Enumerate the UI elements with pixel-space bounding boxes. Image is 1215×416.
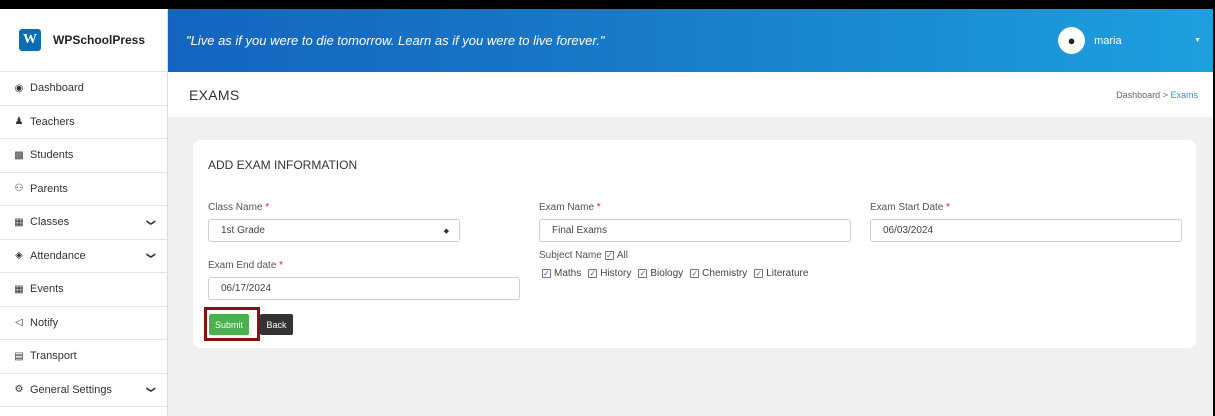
exam-name-input[interactable]: Final Exams xyxy=(539,219,851,242)
attendance-icon: ◈ xyxy=(15,250,23,262)
required-mark: * xyxy=(596,202,601,213)
subject-biology[interactable]: ✓ Biology xyxy=(635,268,683,279)
brand[interactable]: W WPSchoolPress xyxy=(0,9,167,72)
dashboard-icon: ◉ xyxy=(14,82,24,94)
required-mark: * xyxy=(265,202,270,213)
user-avatar-icon: ● xyxy=(1058,27,1086,54)
subject-biology-checkbox[interactable]: ✓ xyxy=(638,269,648,278)
submit-button[interactable]: Submit xyxy=(209,314,249,335)
exam-start-date-value: 06/03/2024 xyxy=(883,225,934,236)
exam-end-date-label: Exam End date * xyxy=(208,260,283,271)
exam-name-label: Exam Name * xyxy=(539,202,601,213)
subject-history-checkbox[interactable]: ✓ xyxy=(588,269,598,278)
sidebar-item-parents[interactable]: ⚇ Parents xyxy=(0,173,167,206)
sidebar: W WPSchoolPress ◉ Dashboard ♟ Teachers ▩… xyxy=(0,9,168,416)
class-name-select[interactable]: 1st Grade ◆ xyxy=(208,219,460,242)
sidebar-item-label: Classes xyxy=(30,216,70,229)
sidebar-item-dashboard[interactable]: ◉ Dashboard xyxy=(0,72,167,106)
subject-name-label: Subject Name xyxy=(539,250,602,261)
bus-icon: ▤ xyxy=(14,350,24,362)
student-icon: ▩ xyxy=(14,149,24,161)
notify-icon: ◁ xyxy=(15,317,23,329)
sidebar-item-label: General Settings xyxy=(30,383,112,396)
page-title: EXAMS xyxy=(189,86,240,103)
exam-name-value: Final Exams xyxy=(552,225,608,236)
form-heading: ADD EXAM INFORMATION xyxy=(208,158,358,172)
brand-name: WPSchoolPress xyxy=(53,33,146,47)
exam-start-date-label-text: Exam Start Date xyxy=(870,202,944,213)
subject-label: Biology xyxy=(650,268,684,279)
app-window: W WPSchoolPress ◉ Dashboard ♟ Teachers ▩… xyxy=(0,9,1213,416)
sidebar-item-label: Teachers xyxy=(30,115,75,128)
sidebar-item-general-settings[interactable]: ⚙ General Settings ❯ xyxy=(0,374,167,407)
breadcrumb: Dashboard > Exams xyxy=(1116,90,1198,100)
top-header: "Live as if you were to die tomorrow. Le… xyxy=(168,9,1213,72)
subject-chemistry-checkbox[interactable]: ✓ xyxy=(690,269,700,278)
subject-literature-checkbox[interactable]: ✓ xyxy=(754,269,764,278)
select-arrows-icon: ◆ xyxy=(443,227,449,235)
subject-history[interactable]: ✓ History xyxy=(585,268,631,279)
subject-checkbox-list: ✓ Maths ✓ History ✓ Biology ✓ Chemistry … xyxy=(539,268,812,279)
sidebar-item-attendance[interactable]: ◈ Attendance ❯ xyxy=(0,240,167,273)
user-menu[interactable]: ● maria ▼ xyxy=(1058,27,1213,54)
header-quote: "Live as if you were to die tomorrow. Le… xyxy=(186,33,605,48)
sidebar-item-events[interactable]: ▦ Events xyxy=(0,273,167,307)
calendar-icon: ▦ xyxy=(14,283,24,295)
chevron-down-icon: ❯ xyxy=(146,218,157,227)
exam-end-date-label-text: Exam End date xyxy=(208,260,277,271)
subject-maths-checkbox[interactable]: ✓ xyxy=(542,269,551,278)
sidebar-item-students[interactable]: ▩ Students xyxy=(0,139,167,173)
username: maria xyxy=(1094,34,1122,47)
breadcrumb-current: Exams xyxy=(1170,89,1198,100)
subject-chemistry[interactable]: ✓ Chemistry xyxy=(687,268,747,279)
chevron-down-icon: ❯ xyxy=(146,251,157,260)
sidebar-item-label: Notify xyxy=(30,316,59,329)
sidebar-item-label: Events xyxy=(30,283,64,296)
parents-icon: ⚇ xyxy=(14,183,24,195)
subject-label: Maths xyxy=(554,268,582,279)
page-title-bar: EXAMS Dashboard > Exams xyxy=(168,72,1213,117)
subject-label: History xyxy=(600,268,632,279)
class-name-label-text: Class Name xyxy=(208,202,263,213)
exam-end-date-value: 06/17/2024 xyxy=(221,283,272,294)
subject-all-label: All xyxy=(616,250,628,261)
sidebar-item-classes[interactable]: ▦ Classes ❯ xyxy=(0,206,167,240)
breadcrumb-dashboard-link[interactable]: Dashboard xyxy=(1116,90,1160,100)
chevron-down-icon: ❯ xyxy=(146,385,157,394)
sidebar-item-label: Dashboard xyxy=(30,82,84,95)
class-name-value: 1st Grade xyxy=(221,225,265,236)
required-mark: * xyxy=(279,260,284,271)
sidebar-item-label: Transport xyxy=(30,350,77,363)
subject-all-checkbox[interactable]: ✓ xyxy=(604,251,614,260)
classes-icon: ▦ xyxy=(14,216,24,228)
required-mark: * xyxy=(946,202,951,213)
subject-label: Chemistry xyxy=(702,268,748,279)
exam-form-card: ADD EXAM INFORMATION Class Name * 1st Gr… xyxy=(193,140,1196,348)
sidebar-item-teachers[interactable]: ♟ Teachers xyxy=(0,106,167,139)
subject-name-row: Subject Name ✓ All xyxy=(539,250,628,261)
exam-start-date-label: Exam Start Date * xyxy=(870,202,950,213)
sidebar-item-label: Students xyxy=(30,149,74,162)
sidebar-item-transport[interactable]: ▤ Transport xyxy=(0,340,167,374)
subject-literature[interactable]: ✓ Literature xyxy=(751,268,808,279)
teacher-icon: ♟ xyxy=(14,116,24,128)
exam-start-date-input[interactable]: 06/03/2024 xyxy=(870,219,1182,242)
subject-label: Literature xyxy=(766,268,809,279)
class-name-label: Class Name * xyxy=(208,202,269,213)
breadcrumb-separator: > xyxy=(1162,89,1168,100)
sidebar-item-label: Attendance xyxy=(30,249,86,262)
sidebar-item-label: Parents xyxy=(30,182,68,195)
sidebar-item-notify[interactable]: ◁ Notify xyxy=(0,307,167,340)
subject-maths[interactable]: ✓ Maths xyxy=(539,268,581,279)
caret-down-icon[interactable]: ▼ xyxy=(1194,37,1201,44)
wordpress-logo-icon: W xyxy=(19,29,41,51)
back-button[interactable]: Back xyxy=(260,314,293,335)
gear-icon: ⚙ xyxy=(14,384,24,396)
exam-end-date-input[interactable]: 06/17/2024 xyxy=(208,277,520,300)
exam-name-label-text: Exam Name xyxy=(539,202,595,213)
